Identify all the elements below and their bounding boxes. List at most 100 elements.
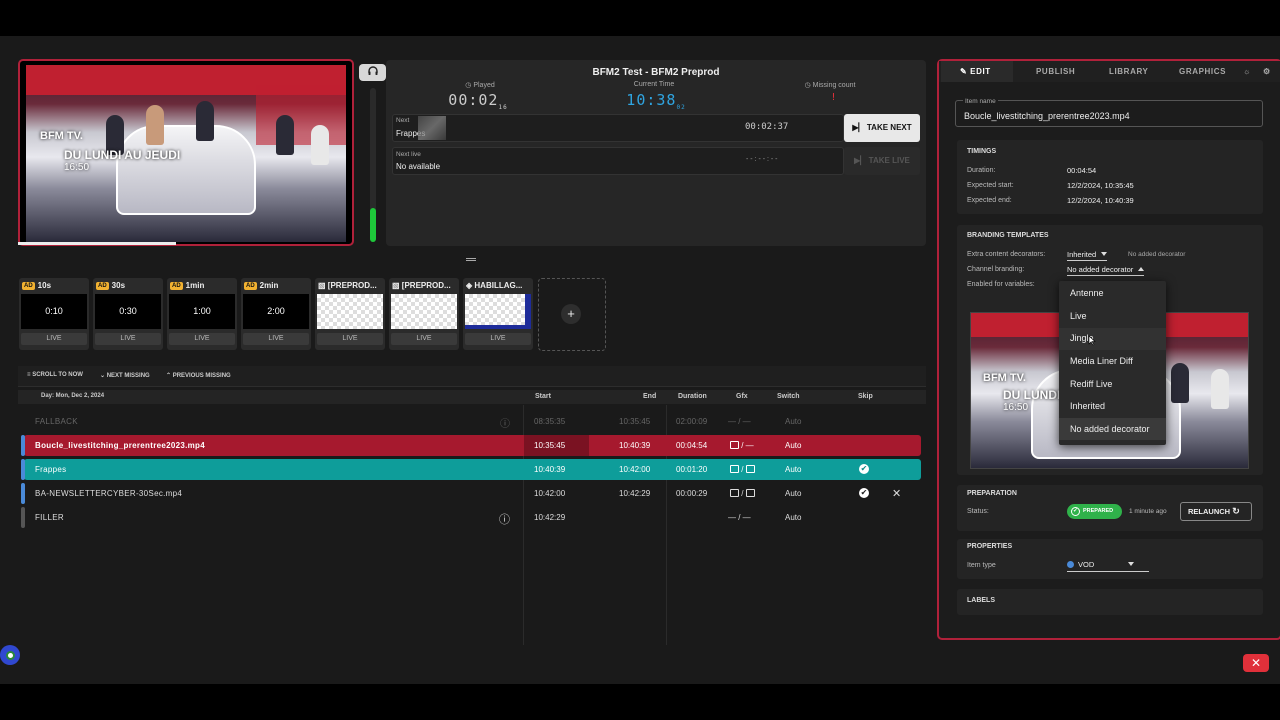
pencil-icon: ✎ [960,67,968,76]
next-missing-button[interactable]: ⌄ NEXT MISSING [100,372,150,379]
scroll-to-now-button[interactable]: ≡ SCROLL TO NOW [27,372,83,378]
playlist-row-current[interactable]: Boucle_livestitching_prerentree2023.mp4 … [21,435,921,456]
vod-dot-icon [1067,561,1074,568]
col-gfx: Gfx [736,393,748,400]
item-name-value: Boucle_livestitching_prerentree2023.mp4 [964,111,1130,121]
option-rediff-live[interactable]: Rediff Live [1070,379,1112,389]
clock-icon: ◷ [465,82,472,89]
close-button[interactable]: ✕ [1243,654,1269,672]
skip-check-icon[interactable]: ✔ [859,488,869,498]
extra-decorators-select[interactable]: Inherited [1067,250,1108,261]
current-time-label: Current Time [633,81,675,88]
take-live-button[interactable]: ▶▏ TAKE LIVE [844,147,920,175]
help-icon[interactable]: ⓘ [499,511,510,527]
gear-icon[interactable]: ⚙ [1263,67,1271,76]
tile-live-button[interactable]: LIVE [21,333,87,345]
row-name: FALLBACK [35,417,78,426]
next-live-countdown: - - : - - : - - [746,156,778,163]
playlist-row[interactable]: BA-NEWSLETTERCYBER-30Sec.mp4 10:42:00 10… [21,483,921,504]
mouse-cursor-icon [1088,333,1096,346]
skip-next-icon: ▶▏ [854,156,867,165]
playlist-row-fallback[interactable]: FALLBACK ⓘ 08:35:35 10:35:45 02:00:09 — … [24,411,921,432]
row-end: 10:35:45 [619,417,651,426]
tile-ad-30s[interactable]: AD 30s 0:30 LIVE [93,278,163,350]
tab-edit[interactable]: ✎ EDIT [960,67,991,76]
tile-header: ▧ [PREPROD... [318,281,377,290]
item-type-select[interactable]: VOD [1067,560,1149,572]
lower-third-text: DU LUNDI AU JEUDI [64,148,181,162]
status-label: Status: [967,508,989,515]
tab-library[interactable]: LIBRARY [1109,67,1148,76]
tile-preprod-1[interactable]: ▧ [PREPROD... LIVE [315,278,385,350]
next-countdown: 00:02:37 [745,122,789,132]
layers-icon: ◈ [466,281,473,290]
playlist-row-filler[interactable]: FILLER ⓘ 10:42:29 — / — Auto [21,507,921,528]
relaunch-button[interactable]: RELAUNCH ↻ [1180,502,1252,521]
row-indicator [21,459,25,480]
tile-header: ▧ [PREPROD... [392,281,451,290]
tab-graphics[interactable]: GRAPHICS [1179,67,1226,76]
tile-live-button[interactable]: LIVE [317,333,383,345]
tile-live-button[interactable]: LIVE [95,333,161,345]
ad-badge: AD [96,282,109,290]
row-name: FILLER [35,513,64,522]
option-antenne[interactable]: Antenne [1070,288,1104,298]
program-preview[interactable]: BFM TV. DU LUNDI AU JEUDI 16:50 [18,59,354,246]
row-indicator [21,483,25,504]
status-time: 1 minute ago [1129,508,1167,515]
row-duration: 00:04:54 [676,441,708,450]
option-inherited[interactable]: Inherited [1070,401,1105,411]
take-next-button[interactable]: ▶▏ TAKE NEXT [844,114,920,142]
tile-ad-2min[interactable]: AD 2min 2:00 LIVE [241,278,311,350]
preview-progress-bar [18,242,176,245]
option-live[interactable]: Live [1070,311,1087,321]
option-no-added-decorator[interactable]: No added decorator [1070,424,1150,434]
row-duration: 00:00:29 [676,489,708,498]
tile-ad-10s[interactable]: AD 10s 0:10 LIVE [19,278,89,350]
tile-thumbnail [317,294,383,329]
tile-ad-1min[interactable]: AD 1min 1:00 LIVE [167,278,237,350]
headphones-button[interactable] [359,64,386,81]
chevron-down-icon: ⌄ [100,373,106,379]
panel-resize-handle[interactable] [466,258,476,261]
audio-meter-level [370,208,376,242]
channel-branding-select[interactable]: No added decorator [1067,265,1145,276]
duration-label: Duration: [967,167,996,174]
tile-thumbnail [391,294,457,329]
extra-decorators-label: Extra content decorators: [967,251,1046,258]
col-duration: Duration [678,393,707,400]
skip-next-icon: ▶▏ [852,123,865,132]
tile-duration: 0:30 [95,294,161,329]
close-icon: ✕ [1250,656,1262,670]
item-name-label: Item name [963,98,998,105]
tile-habillage[interactable]: ◈ HABILLAG... LIVE [463,278,533,350]
row-end: 10:42:29 [619,489,651,498]
previous-missing-button[interactable]: ⌃ PREVIOUS MISSING [166,372,231,379]
tile-live-button[interactable]: LIVE [169,333,235,345]
add-tile-button[interactable]: + [561,304,581,324]
tile-live-button[interactable]: LIVE [243,333,309,345]
played-label: ◷ Played [465,82,495,89]
ad-badge: AD [244,282,257,290]
row-switch: Auto [785,465,802,474]
option-media-liner-diff[interactable]: Media Liner Diff [1070,356,1133,366]
tile-preprod-2[interactable]: ▧ [PREPROD... LIVE [389,278,459,350]
labels-title: LABELS [967,597,995,604]
playlist-toolbar [18,366,926,387]
tile-live-button[interactable]: LIVE [391,333,457,345]
brightness-icon[interactable]: ☼ [1243,67,1251,76]
refresh-icon: ↻ [1232,506,1240,516]
chat-status-icon [6,651,15,660]
close-icon[interactable]: ✕ [892,487,901,500]
check-icon: ✓ [1071,507,1080,516]
lower-third-time: 16:50 [1003,402,1029,413]
chevron-up-icon: ⌃ [166,373,172,379]
item-type-label: Item type [967,562,996,569]
row-duration: 00:01:20 [676,465,708,474]
playlist-row-next[interactable]: Frappes 10:40:39 10:42:00 00:01:20 / Aut… [21,459,921,480]
tile-live-button[interactable]: LIVE [465,333,531,345]
tab-publish[interactable]: PUBLISH [1036,67,1075,76]
row-start: 10:42:29 [534,513,566,522]
skip-check-icon[interactable]: ✔ [859,464,869,474]
row-switch: Auto [785,489,802,498]
